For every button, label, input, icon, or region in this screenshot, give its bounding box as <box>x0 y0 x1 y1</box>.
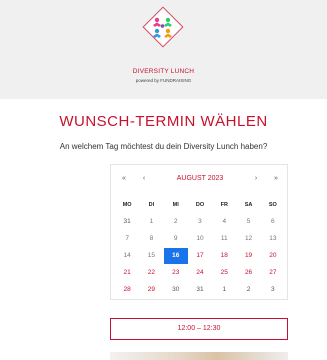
calendar-day: 9 <box>173 235 178 242</box>
question-text: An welchem Tag möchtest du dein Diversit… <box>59 142 268 151</box>
calendar-day: 13 <box>269 235 277 242</box>
month-label[interactable]: AUGUST 2023 <box>161 171 239 187</box>
weekday-header: SO <box>268 202 277 208</box>
calendar-day: 31 <box>196 286 204 293</box>
timeslot-button[interactable]: 12:00 – 12:30 <box>110 318 288 340</box>
calendar-grid: MO DI MI DO FR SA SO 31 1 2 3 4 5 6 7 8 9 10 11 12 13 14 15 16 1… <box>115 197 285 298</box>
brand-subtitle: powered by FUNDRAISING <box>135 78 192 83</box>
calendar-day: 3 <box>198 218 202 225</box>
weekday-header: MO <box>122 202 132 208</box>
diversity-people-icon[interactable] <box>140 4 186 50</box>
prev-year-button[interactable]: « <box>117 171 131 187</box>
calendar-day[interactable]: 23 <box>164 265 188 281</box>
calendar-day: 5 <box>246 218 251 225</box>
calendar-day[interactable]: 27 <box>261 265 285 281</box>
calendar-day: 4 <box>222 218 227 225</box>
weekday-header: DI <box>148 202 155 208</box>
next-month-button[interactable]: › <box>249 171 263 187</box>
calendar-day-selected[interactable]: 16 <box>163 248 188 264</box>
calendar-day: 30 <box>172 286 180 293</box>
calendar-day: 1 <box>222 286 227 293</box>
calendar-day: 7 <box>125 235 129 242</box>
calendar-day[interactable]: 21 <box>115 265 139 281</box>
page-title: WUNSCH-TERMIN WÄHLEN <box>59 113 268 130</box>
calendar-day: 14 <box>123 252 131 259</box>
calendar-day[interactable]: 26 <box>236 265 260 281</box>
bottom-image-strip <box>110 352 288 360</box>
calendar-day[interactable]: 22 <box>139 265 163 281</box>
calendar-day: 8 <box>149 235 154 242</box>
calendar-day: 2 <box>246 286 251 293</box>
calendar-day: 3 <box>271 286 275 293</box>
calendar-day[interactable]: 29 <box>139 282 163 298</box>
calendar-day: 12 <box>244 235 253 242</box>
calendar-day[interactable]: 24 <box>188 265 212 281</box>
calendar-day: 2 <box>173 218 178 225</box>
calendar-day[interactable]: 17 <box>188 248 212 264</box>
calendar-day[interactable]: 18 <box>212 248 236 264</box>
date-picker-calendar: « ‹ AUGUST 2023 › » MO DI MI DO FR SA SO 31 1 2 3 4… <box>110 164 288 300</box>
calendar-day: 15 <box>147 252 156 259</box>
weekday-header: FR <box>220 202 228 208</box>
prev-month-button[interactable]: ‹ <box>137 171 151 187</box>
next-year-button[interactable]: » <box>269 171 283 187</box>
calendar-day: 1 <box>149 218 154 225</box>
weekday-header: MI <box>172 202 179 208</box>
calendar-day: 10 <box>196 235 204 242</box>
calendar-day: 6 <box>271 218 275 225</box>
calendar-day[interactable]: 28 <box>115 282 139 298</box>
calendar-day[interactable]: 19 <box>236 248 260 264</box>
header: DIVERSITY LUNCH powered by FUNDRAISING <box>0 0 327 99</box>
brand-name: DIVERSITY LUNCH <box>132 68 195 75</box>
calendar-day: 11 <box>220 235 228 242</box>
calendar-day[interactable]: 20 <box>261 248 285 264</box>
calendar-day[interactable]: 25 <box>212 265 236 281</box>
weekday-header: DO <box>195 202 205 208</box>
calendar-day: 31 <box>123 218 131 225</box>
weekday-header: SA <box>244 202 253 208</box>
